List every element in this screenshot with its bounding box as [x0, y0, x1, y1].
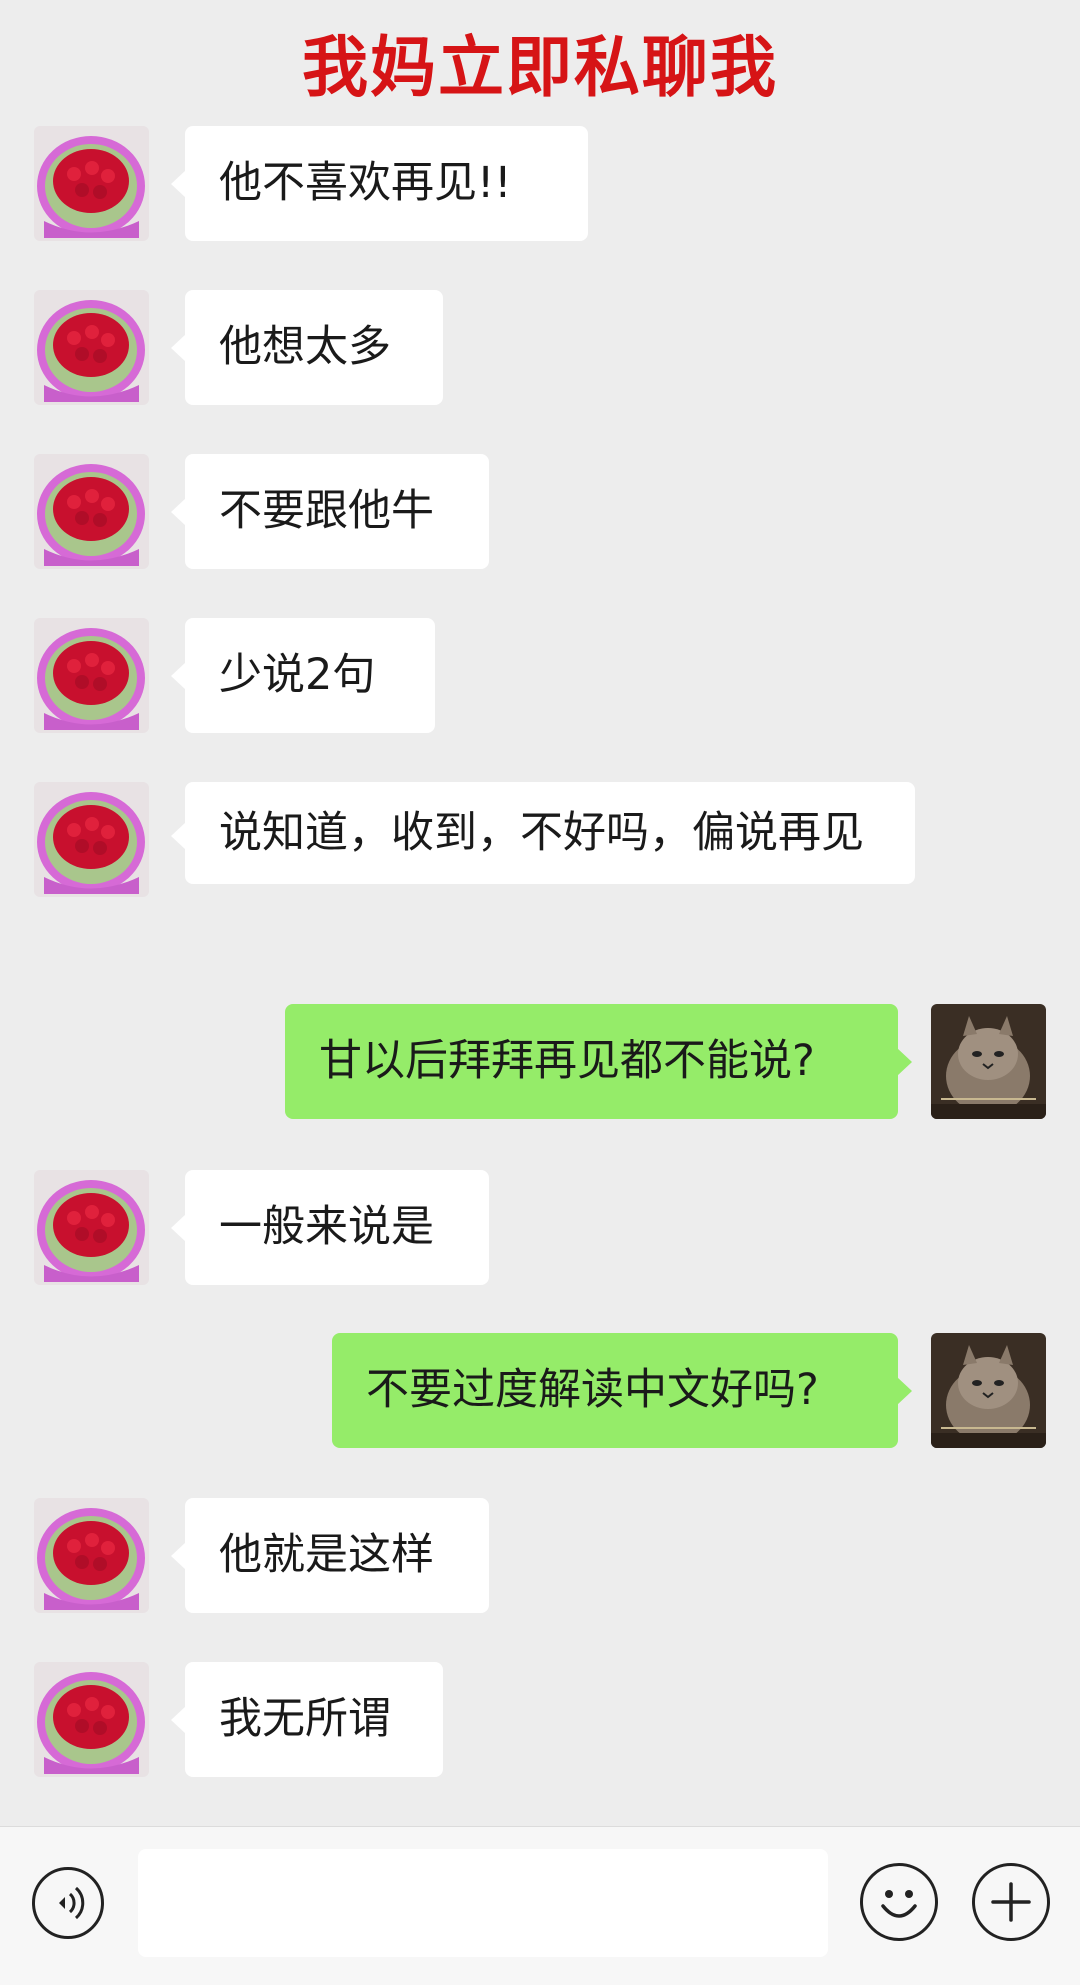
voice-icon-glyph — [59, 1886, 85, 1920]
rose-bouquet-picture — [34, 454, 149, 569]
rose-bouquet-avatar[interactable] — [34, 126, 149, 241]
message-bubble-incoming[interactable]: 他就是这样 — [171, 1498, 489, 1613]
rose-bouquet-avatar[interactable] — [34, 782, 149, 897]
emoji-icon-glyph — [881, 1890, 917, 1918]
message-input[interactable] — [138, 1849, 828, 1957]
chat-input-bar — [0, 1826, 1080, 1985]
rose-bouquet-picture — [34, 1170, 149, 1285]
rose-bouquet-avatar[interactable] — [34, 290, 149, 405]
cat-picture — [931, 1004, 1046, 1119]
message-bubble-outgoing[interactable]: 不要过度解读中文好吗? — [332, 1333, 912, 1448]
message-bubble-incoming[interactable]: 他想太多 — [171, 290, 443, 405]
rose-bouquet-picture — [34, 126, 149, 241]
rose-bouquet-avatar[interactable] — [34, 1170, 149, 1285]
rose-bouquet-avatar[interactable] — [34, 1662, 149, 1777]
message-bubble-incoming[interactable]: 少说2句 — [171, 618, 435, 733]
message-bubble-incoming[interactable]: 不要跟他牛 — [171, 454, 489, 569]
rose-bouquet-avatar[interactable] — [34, 454, 149, 569]
voice-icon[interactable] — [32, 1867, 104, 1939]
rose-bouquet-avatar[interactable] — [34, 618, 149, 733]
cat-picture — [931, 1333, 1046, 1448]
overlay-title: 我妈立即私聊我 — [302, 29, 778, 106]
rose-bouquet-picture — [34, 290, 149, 405]
rose-bouquet-picture — [34, 1662, 149, 1777]
rose-bouquet-picture — [34, 782, 149, 897]
chat-message-list[interactable]: 他不喜欢再见!! 他想太多 不要跟他牛 少说2句 说知道，收到，不好吗，偏说再见… — [0, 0, 1080, 1826]
message-bubble-outgoing[interactable]: 甘以后拜拜再见都不能说? — [285, 1004, 912, 1119]
plus-icon-glyph — [991, 1882, 1031, 1922]
cat-avatar[interactable] — [931, 1004, 1046, 1119]
message-bubble-incoming[interactable]: 我无所谓 — [171, 1662, 443, 1777]
message-bubble-incoming[interactable]: 他不喜欢再见!! — [171, 126, 588, 241]
rose-bouquet-avatar[interactable] — [34, 1498, 149, 1613]
message-bubble-incoming[interactable]: 说知道，收到，不好吗，偏说再见 — [171, 782, 915, 884]
rose-bouquet-picture — [34, 1498, 149, 1613]
message-bubble-incoming[interactable]: 一般来说是 — [171, 1170, 489, 1285]
rose-bouquet-picture — [34, 618, 149, 733]
cat-avatar[interactable] — [931, 1333, 1046, 1448]
emoji-icon[interactable] — [860, 1863, 938, 1941]
plus-icon[interactable] — [972, 1863, 1050, 1941]
